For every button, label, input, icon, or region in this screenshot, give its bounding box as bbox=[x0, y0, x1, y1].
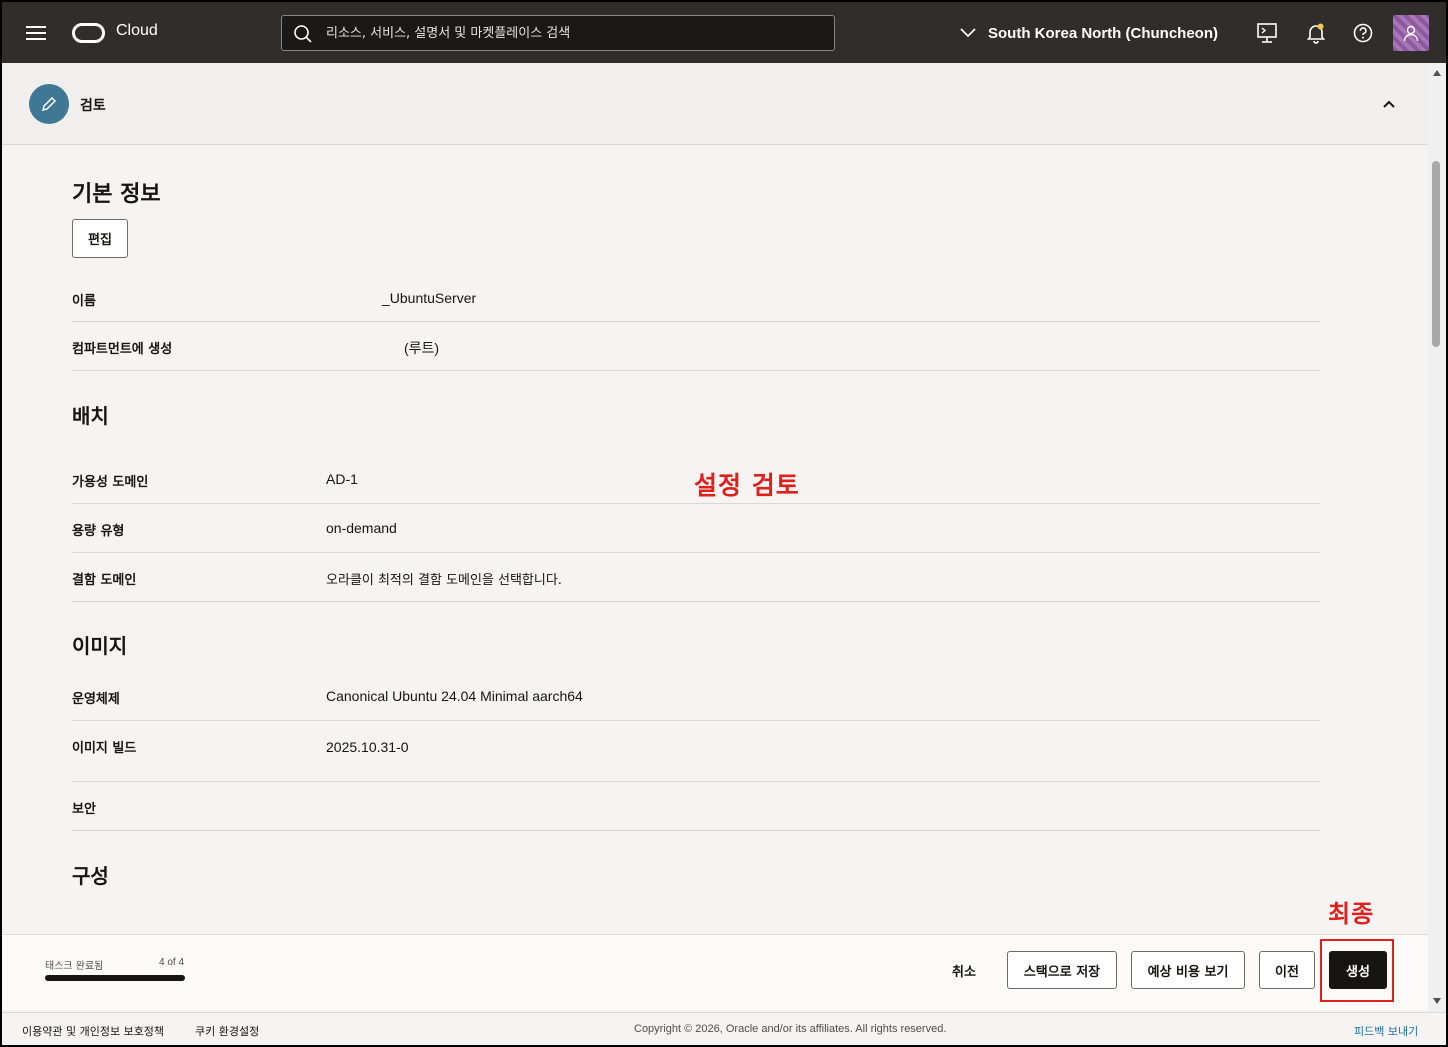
feedback-link[interactable]: 피드백 보내기 bbox=[1354, 1023, 1418, 1039]
wizard-action-bar: 태스크 완료됨 4 of 4 취소 스택으로 저장 예상 비용 보기 이전 생성 bbox=[2, 934, 1428, 1010]
scroll-up-arrow-icon[interactable] bbox=[1433, 70, 1441, 76]
image-heading: 이미지 bbox=[72, 634, 128, 658]
review-title: 검토 bbox=[80, 98, 106, 114]
cookie-preferences-link[interactable]: 쿠키 환경설정 bbox=[195, 1023, 259, 1039]
compartment-label: 컴파트먼트에 생성 bbox=[72, 342, 173, 357]
name-row: 이름 _UbuntuServer bbox=[72, 276, 1320, 322]
estimate-cost-button[interactable]: 예상 비용 보기 bbox=[1131, 951, 1245, 989]
compartment-row: 컴파트먼트에 생성 (루트) bbox=[72, 322, 1320, 371]
previous-button[interactable]: 이전 bbox=[1259, 951, 1315, 989]
user-icon bbox=[1403, 25, 1419, 42]
app-window: Cloud South Korea North (Chuncheon) 검토 기… bbox=[2, 2, 1446, 1045]
save-as-stack-button[interactable]: 스택으로 저장 bbox=[1007, 951, 1117, 989]
fault-domain-row: 결함 도메인 오라클이 최적의 결함 도메인을 선택합니다. bbox=[72, 553, 1320, 602]
menu-icon[interactable] bbox=[26, 26, 46, 40]
task-status-label: 태스크 완료됨 bbox=[45, 961, 104, 972]
chevron-down-icon bbox=[960, 28, 976, 38]
availability-domain-value: AD-1 bbox=[326, 471, 358, 487]
top-navigation-bar: Cloud South Korea North (Chuncheon) bbox=[2, 2, 1446, 63]
final-annotation: 최종 bbox=[1328, 900, 1375, 928]
scroll-down-arrow-icon[interactable] bbox=[1433, 998, 1441, 1004]
task-progress-bar bbox=[45, 975, 185, 981]
region-label: South Korea North (Chuncheon) bbox=[988, 24, 1218, 42]
page-footer: 이용약관 및 개인정보 보호정책 쿠키 환경설정 Copyright © 202… bbox=[2, 1012, 1446, 1045]
copyright-text: Copyright © 2026, Oracle and/or its affi… bbox=[634, 1023, 947, 1035]
image-build-label: 이미지 빌드 bbox=[72, 741, 137, 756]
search-icon bbox=[294, 25, 312, 43]
capacity-type-row: 용량 유형 on-demand bbox=[72, 504, 1320, 553]
brand-label: Cloud bbox=[116, 22, 158, 39]
capacity-type-value: on-demand bbox=[326, 520, 397, 536]
availability-domain-label: 가용성 도메인 bbox=[72, 475, 149, 490]
terms-link[interactable]: 이용약관 및 개인정보 보호정책 bbox=[22, 1023, 164, 1039]
review-section-header: 검토 bbox=[2, 63, 1428, 145]
search-input[interactable] bbox=[326, 16, 826, 50]
review-settings-annotation: 설정 검토 bbox=[694, 471, 800, 500]
fault-domain-value: 오라클이 최적의 결함 도메인을 선택합니다. bbox=[326, 573, 562, 588]
operating-system-label: 운영체제 bbox=[72, 692, 120, 707]
review-step-badge bbox=[29, 84, 69, 124]
region-selector[interactable]: South Korea North (Chuncheon) bbox=[960, 21, 1218, 45]
edit-button[interactable]: 편집 bbox=[72, 219, 128, 258]
name-label: 이름 bbox=[72, 294, 96, 309]
search-box[interactable] bbox=[281, 15, 835, 51]
image-build-value: 2025.10.31-0 bbox=[326, 739, 409, 755]
pencil-icon bbox=[41, 96, 57, 112]
task-count: 4 of 4 bbox=[159, 957, 185, 968]
operating-system-value: Canonical Ubuntu 24.04 Minimal aarch64 bbox=[326, 688, 583, 704]
cancel-button[interactable]: 취소 bbox=[940, 951, 988, 989]
capacity-type-label: 용량 유형 bbox=[72, 524, 125, 539]
review-content: 기본 정보 편집 이름 _UbuntuServer 컴파트먼트에 생성 (루트)… bbox=[2, 146, 1428, 934]
name-value: _UbuntuServer bbox=[382, 290, 477, 306]
create-highlight-box bbox=[1320, 939, 1394, 1002]
help-icon[interactable] bbox=[1352, 22, 1374, 44]
image-build-row: 이미지 빌드 2025.10.31-0 bbox=[72, 721, 1320, 782]
fault-domain-label: 결함 도메인 bbox=[72, 573, 137, 588]
placement-heading: 배치 bbox=[72, 404, 109, 428]
task-progress-fill bbox=[45, 975, 185, 981]
scrollbar-thumb[interactable] bbox=[1432, 161, 1440, 347]
operating-system-row: 운영체제 Canonical Ubuntu 24.04 Minimal aarc… bbox=[72, 672, 1320, 721]
basic-info-heading: 기본 정보 bbox=[72, 182, 161, 207]
security-row: 보안 bbox=[72, 782, 1320, 831]
shape-heading: 구성 bbox=[72, 864, 109, 888]
chevron-up-icon[interactable] bbox=[1379, 94, 1399, 114]
user-avatar[interactable] bbox=[1393, 15, 1429, 51]
cloud-shell-icon[interactable] bbox=[1256, 22, 1278, 44]
compartment-value: (루트) bbox=[404, 340, 440, 356]
security-label: 보안 bbox=[72, 802, 96, 817]
notification-bell-icon[interactable] bbox=[1305, 22, 1327, 44]
oracle-logo-icon[interactable] bbox=[72, 23, 105, 43]
